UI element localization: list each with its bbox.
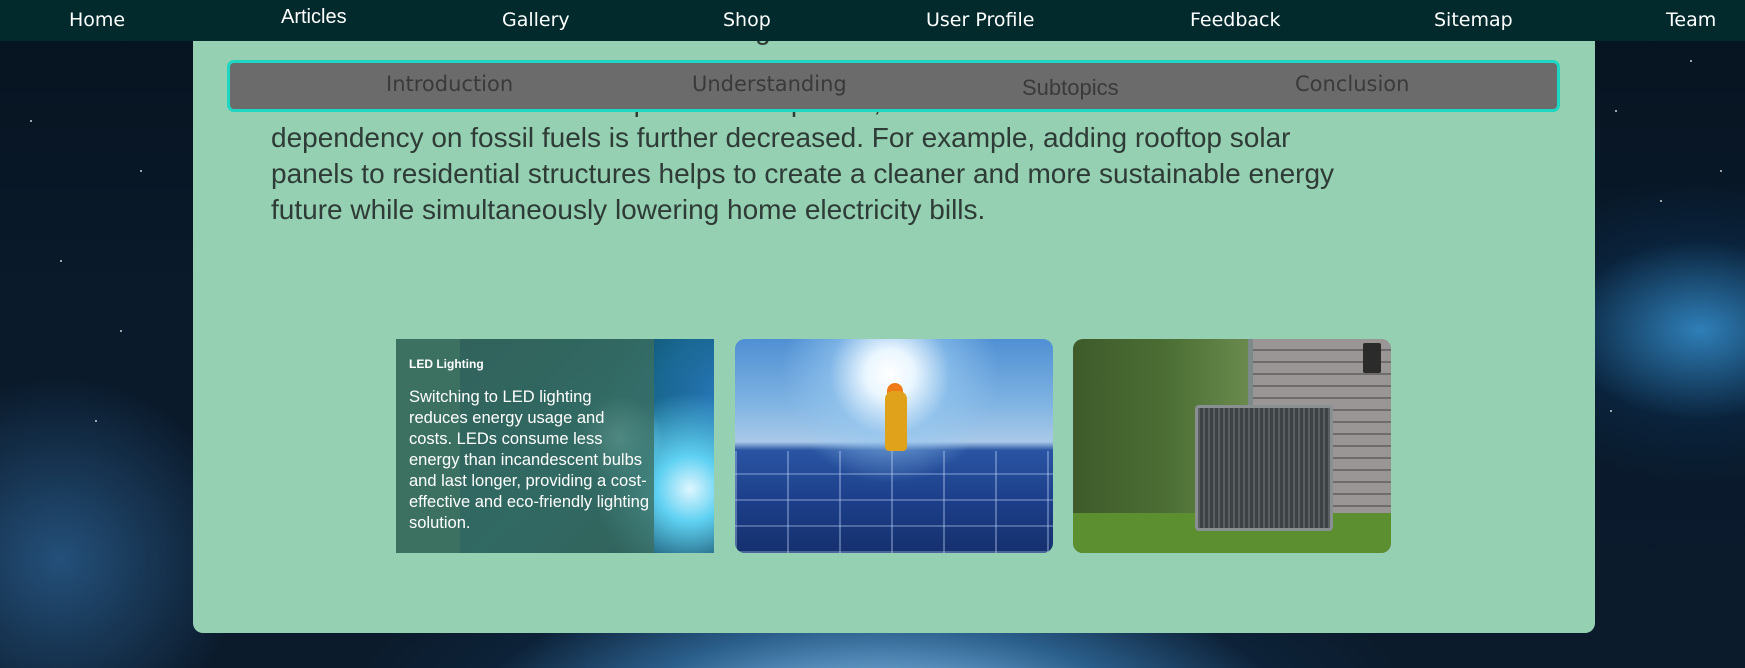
electrical-box	[1363, 343, 1381, 373]
nav-team[interactable]: Team	[1666, 9, 1716, 31]
article-line: panels to residential structures helps t…	[271, 158, 1335, 189]
card-solar-panels[interactable]	[735, 339, 1053, 553]
card-description: Switching to LED lighting reduces energy…	[409, 388, 650, 532]
solar-panel-grid	[735, 451, 1053, 553]
nav-shop[interactable]: Shop	[723, 9, 771, 31]
article-panel: better insulation all contribute to buil…	[193, 30, 1595, 633]
solar-worker-image	[885, 391, 907, 451]
subnav-understanding[interactable]: Understanding	[692, 72, 847, 96]
article-subnav: Introduction Understanding Subtopics Con…	[227, 60, 1560, 112]
subnav-subtopics[interactable]: Subtopics	[1022, 75, 1119, 101]
card-heat-pump[interactable]	[1073, 339, 1391, 553]
nav-gallery[interactable]: Gallery	[502, 9, 570, 31]
card-led-lighting[interactable]: LED Lighting Switching to LED lighting r…	[396, 339, 714, 553]
article-line: future while simultaneously lowering hom…	[271, 194, 986, 225]
hvac-unit-image	[1195, 405, 1333, 531]
nav-articles[interactable]: Articles	[281, 6, 347, 29]
nav-user-profile[interactable]: User Profile	[926, 9, 1034, 31]
article-line: dependency on fossil fuels is further de…	[271, 122, 1291, 153]
nav-home[interactable]: Home	[69, 9, 125, 31]
nav-sitemap[interactable]: Sitemap	[1434, 9, 1513, 31]
nav-feedback[interactable]: Feedback	[1190, 9, 1280, 31]
subnav-introduction[interactable]: Introduction	[386, 72, 513, 96]
subnav-conclusion[interactable]: Conclusion	[1295, 72, 1409, 96]
top-navigation: Home Articles Gallery Shop User Profile …	[0, 0, 1745, 41]
card-title: LED Lighting	[409, 357, 484, 371]
